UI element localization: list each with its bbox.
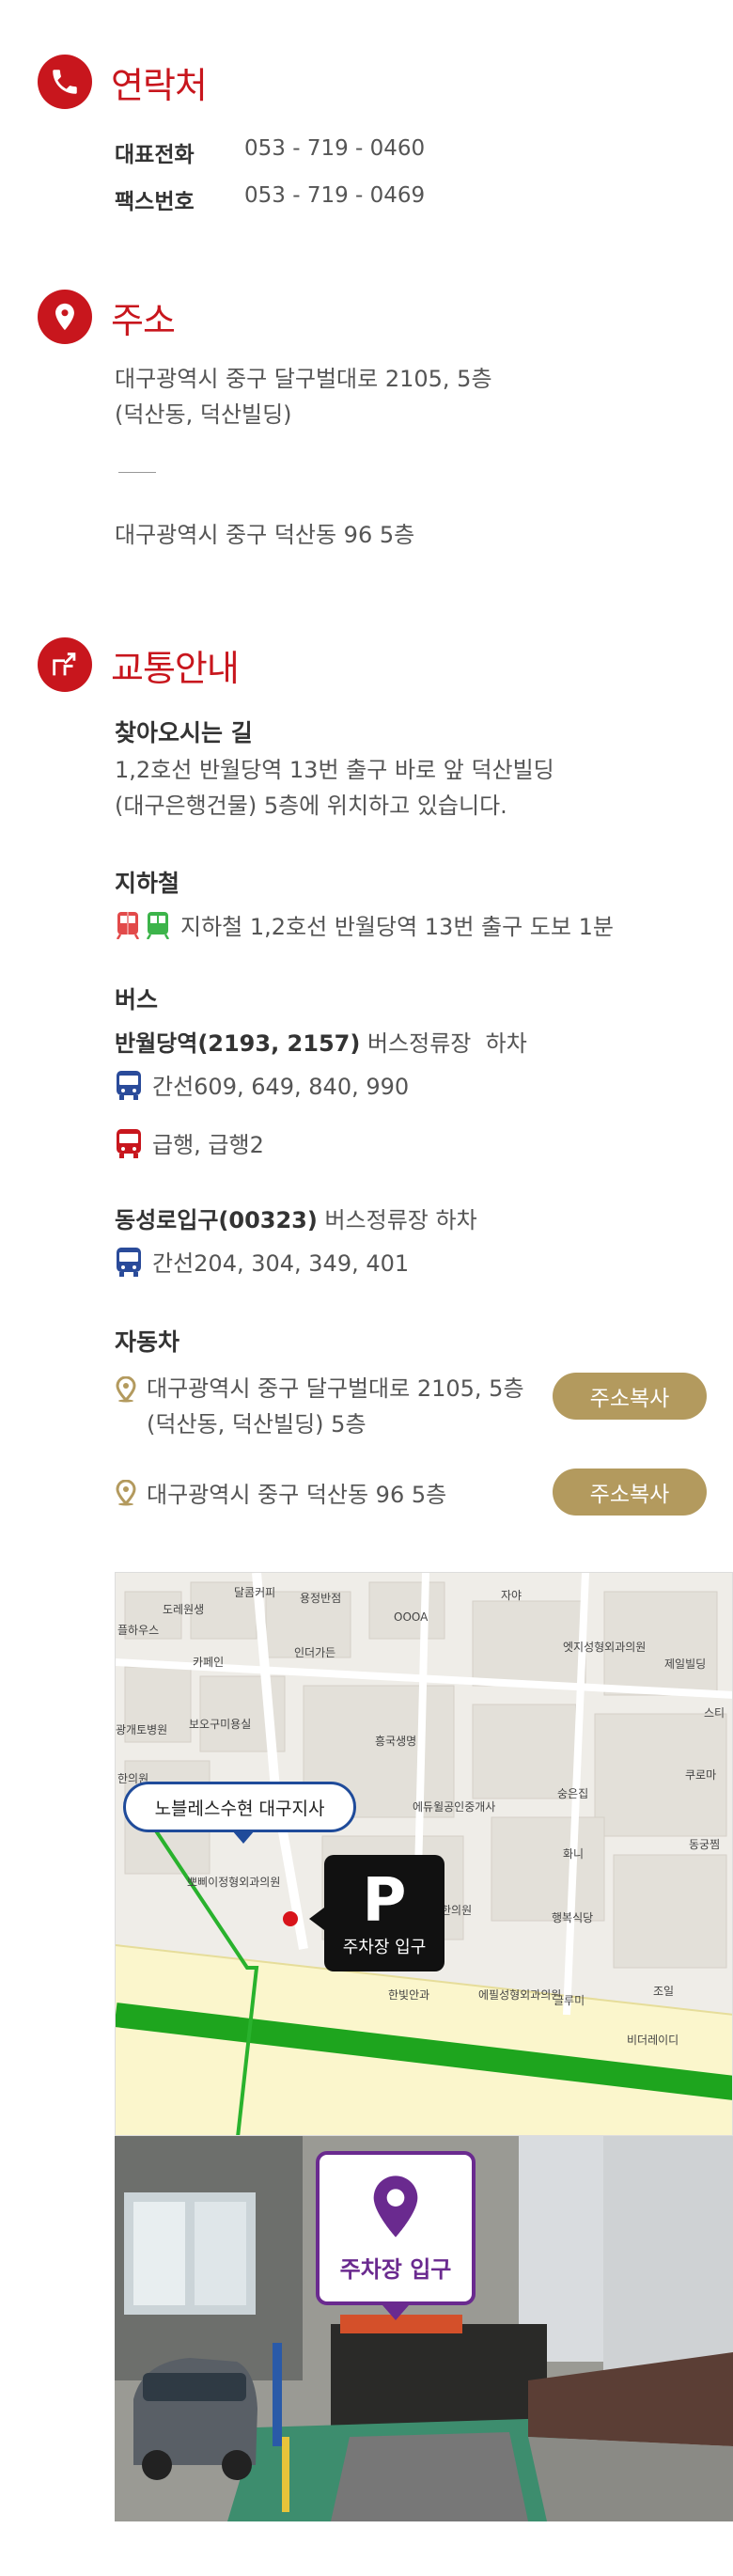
bus-stop1-trunk-row: 간선609, 649, 840, 990 [115,1068,409,1101]
map-label: 플하우스 [117,1624,160,1637]
subway-text: 지하철 1,2호선 반월당역 13번 출구 도보 1분 [180,914,614,940]
bus-stop2-suffix: 버스정류장 하차 [317,1207,477,1233]
map-label: 에듀윌공인중개사 [413,1800,496,1814]
car-address1-line2: (덕산동, 덕산빌딩) 5층 [147,1411,366,1437]
phone-value[interactable]: 053 - 719 - 0460 [244,136,425,168]
parking-entrance-photo: 주차장 입구 [115,2136,733,2521]
map-label: OOOA [394,1610,429,1624]
bus-stop2-trunk: 간선204, 304, 349, 401 [152,1250,410,1277]
office-callout-label: 노블레스수현 대구지사 [154,1798,325,1819]
subway-line1-icon [115,911,141,939]
fax-value: 053 - 719 - 0469 [244,183,426,208]
subway-row: 지하철 1,2호선 반월당역 13번 출구 도보 1분 [115,908,614,941]
map-label: 에필성형외과의원 [478,1988,562,2002]
transport-section-header: 교통안내 [38,637,240,692]
car-address1: 대구광역시 중구 달구벌대로 2105, 5층 (덕산동, 덕산빌딩) 5층 [147,1371,524,1442]
location-map[interactable]: 도레원생 달콤커피 용정반점 자야 플하우스 OOOA 카페인 인더가든 엣지성… [115,1572,733,2136]
subway-line2-icon [145,911,171,939]
phone-row: 대표전화 053 - 719 - 0460 [115,136,425,168]
map-label: 광개토병원 [116,1723,168,1736]
directions-text: 1,2호선 반월당역 13번 출구 바로 앞 덕산빌딩 (대구은행건물) 5층에… [115,752,554,824]
bus-stop1: 반월당역(2193, 2157) 버스정류장 하차 [115,1025,527,1058]
office-callout: 노블레스수현 대구지사 [123,1782,356,1832]
parking-marker[interactable]: P 주차장 입구 [324,1855,444,1971]
parking-letter: P [362,1866,407,1936]
map-label: 숭은집 [557,1787,589,1800]
map-label: 달콤커피 [234,1586,276,1599]
directions-line1: 1,2호선 반월당역 13번 출구 바로 앞 덕산빌딩 [115,757,554,783]
road-address: 대구광역시 중구 달구벌대로 2105, 5층 (덕산동, 덕산빌딩) [115,361,492,432]
fax-label: 팩스번호 [115,190,195,214]
map-label: 쿠로마 [685,1768,717,1782]
bus-stop1-suffix: 버스정류장 하차 [360,1030,527,1057]
map-label: 보오구미용실 [189,1718,252,1731]
bus-stop1-express: 급행, 급행2 [152,1132,264,1158]
location-pin-icon [115,1376,137,1403]
parking-marker-pointer [309,1908,324,1930]
map-label: 동궁찜 [689,1838,721,1851]
photo-callout-pointer [382,2305,409,2320]
car-heading: 자동차 [115,1328,180,1356]
map-label: 스티 [704,1706,725,1720]
office-callout-pointer [232,1830,255,1844]
copy-address1-button[interactable]: 주소복사 [553,1373,707,1420]
car-address1-row: 대구광역시 중구 달구벌대로 2105, 5층 (덕산동, 덕산빌딩) 5층 [115,1371,524,1442]
parking-marker-label: 주차장 입구 [342,1938,427,1957]
map-label: 뽀삐이정형외과의원 [187,1876,281,1889]
directions-line2: (대구은행건물) 5층에 위치하고 있습니다. [115,793,507,819]
map-label: 한빛안과 [388,1988,430,2002]
directions-heading: 찾아오시는 길 [115,719,253,746]
map-pin-icon [369,2174,422,2243]
bus-stop2-trunk-row: 간선204, 304, 349, 401 [115,1245,409,1278]
lot-address: 대구광역시 중구 덕산동 96 5층 [115,522,415,548]
address-title: 주소 [111,299,176,341]
bus-stop1-express-row: 급행, 급행2 [115,1126,264,1159]
transport-title: 교통안내 [111,647,240,689]
road-address-line2: (덕산동, 덕산빌딩) [115,401,292,428]
photo-parking-callout: 주차장 입구 [316,2151,476,2305]
map-label: 제일빌딩 [664,1657,707,1671]
contact-section-header: 연락처 [38,55,208,109]
address-divider [118,472,156,473]
subway-heading: 지하철 [115,870,180,897]
photo-parking-label: 주차장 입구 [339,2255,452,2283]
location-pin-icon [115,1479,137,1506]
map-label: 비더레이디 [627,2034,679,2047]
map-label: 글루미 [554,1994,585,2007]
fax-row: 팩스번호 053 - 719 - 0469 [115,183,425,215]
map-label: 흥국생명 [375,1735,417,1748]
bus-express-icon [115,1127,143,1159]
bus-heading: 버스 [115,986,159,1013]
bus-trunk-icon [115,1069,143,1101]
map-label: 도레원생 [163,1603,205,1616]
map-label: 카페인 [193,1656,225,1669]
car-address2-row: 대구광역시 중구 덕산동 96 5층 [115,1476,446,1509]
bus-stop1-trunk: 간선609, 649, 840, 990 [152,1074,410,1100]
map-label: 화니 [563,1847,585,1861]
map-label: 자야 [501,1589,522,1602]
phone-label: 대표전화 [115,143,195,167]
bus-trunk-icon [115,1246,143,1278]
bus-stop2: 동성로입구(00323) 버스정류장 하차 [115,1202,477,1234]
car-address1-line1: 대구광역시 중구 달구벌대로 2105, 5층 [147,1375,524,1402]
map-label: 인더가든 [294,1646,336,1659]
copy-address2-button[interactable]: 주소복사 [553,1469,707,1516]
location-pin-icon [38,290,92,344]
map-label: 행복식당 [552,1911,594,1924]
map-label: 용정반점 [300,1592,342,1605]
address-section-header: 주소 [38,290,176,344]
directions-icon [38,637,92,692]
map-label: 엣지성형외과의원 [563,1641,647,1654]
car-address2: 대구광역시 중구 덕산동 96 5층 [147,1482,447,1508]
contact-title: 연락처 [111,64,208,106]
bus-stop1-name: 반월당역(2193, 2157) [115,1030,361,1057]
map-label: 조일 [653,1985,675,1998]
road-address-line1: 대구광역시 중구 달구벌대로 2105, 5층 [115,366,492,392]
bus-stop2-name: 동성로입구(00323) [115,1207,318,1233]
map-label: 한의원 [441,1904,473,1917]
phone-icon [38,55,92,109]
